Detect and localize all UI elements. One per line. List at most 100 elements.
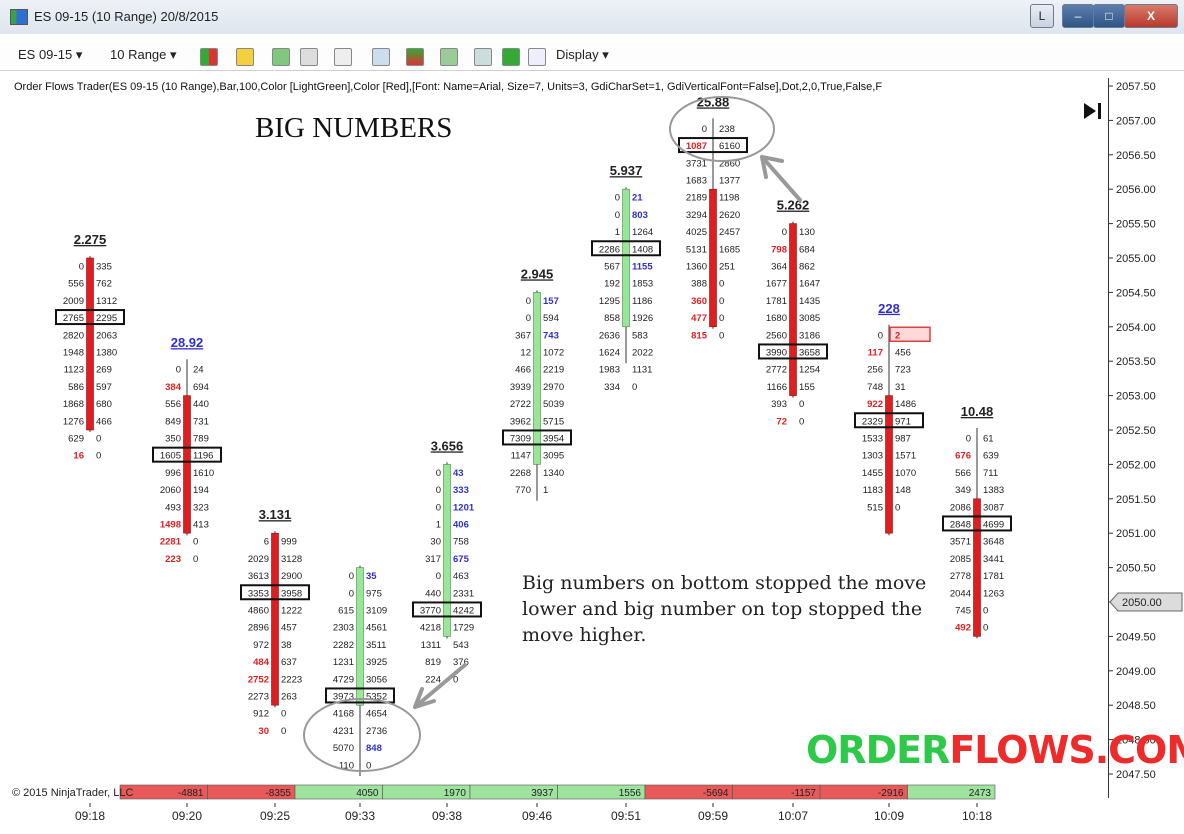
price-axis: 2057.50 2057.00 2056.50 2056.00 2055.50 2055.… (1108, 81, 1183, 781)
bid-volume: 317 (425, 554, 441, 565)
bid-volume: 7309 (510, 433, 531, 444)
ask-volume: 5715 (543, 416, 564, 427)
chart-trader-icon[interactable] (474, 48, 492, 66)
ask-volume: 24 (193, 365, 204, 376)
ask-volume: 0 (193, 537, 198, 548)
instrument-selector[interactable]: ES 09-15 ▾ (18, 47, 82, 63)
period-selector[interactable]: 10 Range ▾ (110, 47, 177, 63)
arrow-annotation-bottom (413, 663, 467, 709)
ask-volume: 0 (983, 605, 988, 616)
ask-volume: 269 (96, 365, 112, 376)
display-menu[interactable]: Display ▾ (556, 47, 609, 63)
ask-volume: 1264 (632, 227, 653, 238)
bid-volume: 2029 (248, 554, 269, 565)
ask-volume: 803 (632, 210, 648, 221)
bid-volume: 849 (165, 416, 181, 427)
properties-icon[interactable] (440, 48, 458, 66)
y-tick-label: 2052.00 (1116, 459, 1156, 471)
ask-volume: 2900 (281, 571, 302, 582)
y-tick-label: 2053.50 (1116, 356, 1156, 368)
order-flow-icon[interactable] (406, 48, 424, 66)
bid-volume: 4218 (420, 623, 441, 634)
ask-volume: 0 (983, 623, 988, 634)
strategy-icon[interactable] (300, 48, 318, 66)
ask-volume: 1377 (719, 175, 740, 186)
bid-volume: 2752 (248, 674, 269, 685)
ask-volume: 333 (453, 485, 469, 496)
bid-volume: 1311 (421, 640, 441, 651)
bid-volume: 2560 (766, 330, 787, 341)
bid-volume: 748 (867, 382, 883, 393)
delta-value: -8355 (265, 788, 291, 799)
ask-volume: 1435 (799, 296, 820, 307)
bid-volume: 493 (165, 502, 181, 513)
x-tick-label: 09:51 (611, 809, 641, 823)
bid-volume: 912 (253, 709, 269, 720)
bid-volume: 1276 (63, 416, 84, 427)
bid-volume: 1533 (862, 433, 883, 444)
bid-volume: 3613 (248, 571, 269, 582)
bar-body (356, 567, 364, 706)
footprint-bar-0959: 25.880 2381087 61603731 28601683 13772189 119… (678, 95, 748, 341)
window-icon[interactable] (528, 48, 546, 66)
bid-volume: 30 (430, 537, 441, 548)
ask-volume: 4561 (366, 623, 387, 634)
ask-volume: 457 (281, 623, 297, 634)
bid-volume: 2329 (862, 416, 883, 427)
delta-value: 3937 (531, 788, 554, 799)
bid-volume: 0 (782, 227, 787, 238)
ask-volume: 0 (719, 279, 724, 290)
add-indicator-icon[interactable] (272, 48, 290, 66)
ask-volume: 758 (453, 537, 469, 548)
app-icon (10, 9, 28, 25)
ask-volume: 1222 (281, 605, 302, 616)
bid-volume: 2189 (686, 193, 707, 204)
draw-pencil-icon[interactable] (236, 48, 254, 66)
cursor-icon[interactable] (334, 48, 352, 66)
ask-volume: 0 (719, 330, 724, 341)
bar-body (183, 395, 191, 534)
x-tick-label: 09:59 (698, 809, 728, 823)
bar-type-icon[interactable] (200, 48, 218, 66)
minimize-button[interactable]: – (1062, 4, 1094, 28)
bid-volume: 0 (436, 468, 441, 479)
bid-volume: 2282 (333, 640, 354, 651)
ask-volume: 61 (983, 433, 994, 444)
ask-volume: 0 (632, 382, 637, 393)
y-tick-label: 2049.00 (1116, 666, 1156, 678)
bid-volume: 2085 (950, 554, 971, 565)
bid-volume: 745 (955, 605, 971, 616)
bid-volume: 1498 (160, 519, 181, 530)
ask-volume: 4699 (983, 519, 1004, 530)
bid-volume: 629 (68, 433, 84, 444)
footprint-bar-0925: 3.131 6 999 2029 3128 3613 2900 3353 3958 4860 122… (240, 507, 310, 737)
window-title: ES 09-15 (10 Range) 20/8/2015 (34, 9, 219, 24)
bid-volume: 556 (165, 399, 181, 410)
y-tick-label: 2057.00 (1116, 115, 1156, 127)
bid-volume: 1166 (767, 382, 787, 393)
close-button[interactable]: X (1124, 4, 1178, 28)
ask-volume: 597 (96, 382, 112, 393)
footprint-chart[interactable]: 2.2750 335556 7622009 13122765 22952820 20631… (10, 95, 1108, 803)
bid-volume: 798 (771, 244, 787, 255)
delta-value: -2916 (878, 788, 904, 799)
money-icon[interactable] (502, 48, 520, 66)
ask-volume: 1647 (799, 279, 820, 290)
ask-volume: 456 (895, 347, 911, 358)
zoom-icon[interactable] (372, 48, 390, 66)
ask-volume: 157 (543, 296, 559, 307)
bid-volume: 484 (253, 657, 270, 668)
ask-volume: 743 (543, 330, 559, 341)
bid-volume: 1 (615, 227, 620, 238)
annotation-note: Big numbers on bottom stopped the move l… (522, 572, 927, 646)
link-button[interactable]: L (1030, 4, 1054, 28)
bid-volume: 566 (955, 468, 971, 479)
ask-volume: 0 (366, 760, 371, 771)
x-tick-label: 09:46 (522, 809, 552, 823)
bid-volume: 367 (515, 330, 531, 341)
bid-volume: 1087 (686, 141, 707, 152)
bar-label: 228 (878, 301, 900, 316)
bid-volume: 350 (165, 433, 181, 444)
bar-label: 5.262 (777, 198, 810, 213)
maximize-button[interactable]: □ (1093, 4, 1125, 28)
